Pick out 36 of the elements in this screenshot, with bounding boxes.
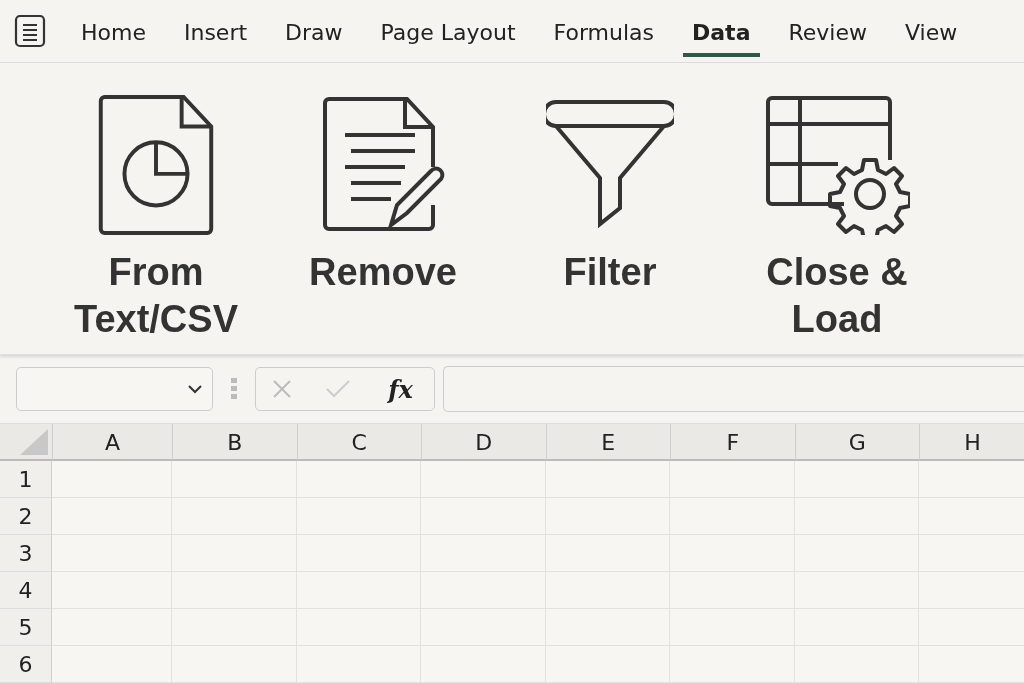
menu-tab[interactable]: Data	[683, 12, 760, 58]
cancel-icon[interactable]	[273, 380, 292, 399]
menu-icon[interactable]	[14, 13, 46, 48]
menu-tab[interactable]: Insert	[174, 12, 257, 58]
column-header[interactable]: E	[545, 424, 670, 461]
ribbon-button[interactable]: Filter	[510, 62, 710, 296]
drag-handle-icon[interactable]	[231, 378, 237, 401]
row-header[interactable]: 5	[0, 609, 52, 646]
menu-tab[interactable]: View	[896, 12, 967, 58]
column-header[interactable]: H	[919, 424, 1024, 461]
menu-tab[interactable]: Formulas	[544, 12, 663, 58]
row-header[interactable]: 3	[0, 535, 52, 572]
row-header[interactable]: 6	[0, 646, 52, 683]
column-header[interactable]: D	[421, 424, 546, 461]
insert-function-button[interactable]: fx	[384, 374, 417, 404]
checkmark-icon[interactable]	[325, 380, 350, 399]
column-header[interactable]: F	[670, 424, 795, 461]
menu-tab[interactable]: Home	[72, 12, 155, 58]
ribbon-button[interactable]: From Text/CSV	[56, 62, 256, 343]
ribbon-button[interactable]: Remove	[283, 62, 483, 296]
select-all-icon[interactable]	[20, 429, 48, 455]
row-header[interactable]: 2	[0, 498, 52, 535]
menu-tab[interactable]: Draw	[276, 12, 352, 58]
column-header[interactable]: B	[172, 424, 297, 461]
formula-input[interactable]	[443, 366, 1024, 413]
menu-tab[interactable]: Review	[779, 12, 876, 58]
menu-tab[interactable]: Page Layout	[371, 12, 525, 58]
row-header[interactable]: 4	[0, 572, 52, 609]
column-header[interactable]: A	[52, 424, 172, 461]
ribbon-button[interactable]: Close & Load	[737, 62, 937, 343]
chevron-down-icon	[188, 384, 202, 394]
column-header[interactable]: C	[296, 424, 421, 461]
name-box[interactable]	[16, 367, 213, 412]
chart-document-icon	[96, 92, 216, 235]
column-header[interactable]: G	[794, 424, 919, 461]
row-header[interactable]: 1	[0, 461, 52, 498]
